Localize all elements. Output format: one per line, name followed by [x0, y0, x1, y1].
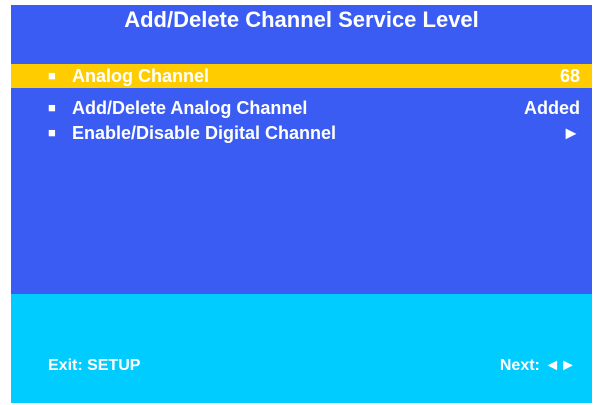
next-hint: Next: ◄► [499, 357, 576, 374]
osd-menu-panel: Add/Delete Channel Service Level ■ Analo… [11, 5, 592, 403]
bullet-icon: ■ [48, 125, 56, 140]
menu-item-value: 68 [559, 66, 580, 86]
menu-item-value: Added [524, 98, 580, 118]
menu-title: Add/Delete Channel Service Level [11, 5, 592, 35]
bullet-icon: ■ [48, 100, 56, 115]
menu-item-enable-disable-digital-channel[interactable]: ■ Enable/Disable Digital Channel ► [11, 121, 592, 145]
footer-bar: Exit: SETUP Next: ◄► [11, 294, 592, 403]
menu-item-label: Analog Channel [72, 66, 210, 86]
bullet-icon: ■ [48, 68, 56, 83]
exit-hint: Exit: SETUP [48, 357, 141, 374]
submenu-arrow-icon: ► [562, 123, 580, 143]
menu-item-analog-channel[interactable]: ■ Analog Channel 68 [11, 64, 592, 88]
menu-item-add-delete-analog-channel[interactable]: ■ Add/Delete Analog Channel Added [11, 96, 592, 120]
menu-list: ■ Analog Channel 68 ■ Add/Delete Analog … [11, 35, 592, 294]
menu-item-label: Enable/Disable Digital Channel [72, 123, 337, 143]
menu-item-label: Add/Delete Analog Channel [72, 98, 308, 118]
